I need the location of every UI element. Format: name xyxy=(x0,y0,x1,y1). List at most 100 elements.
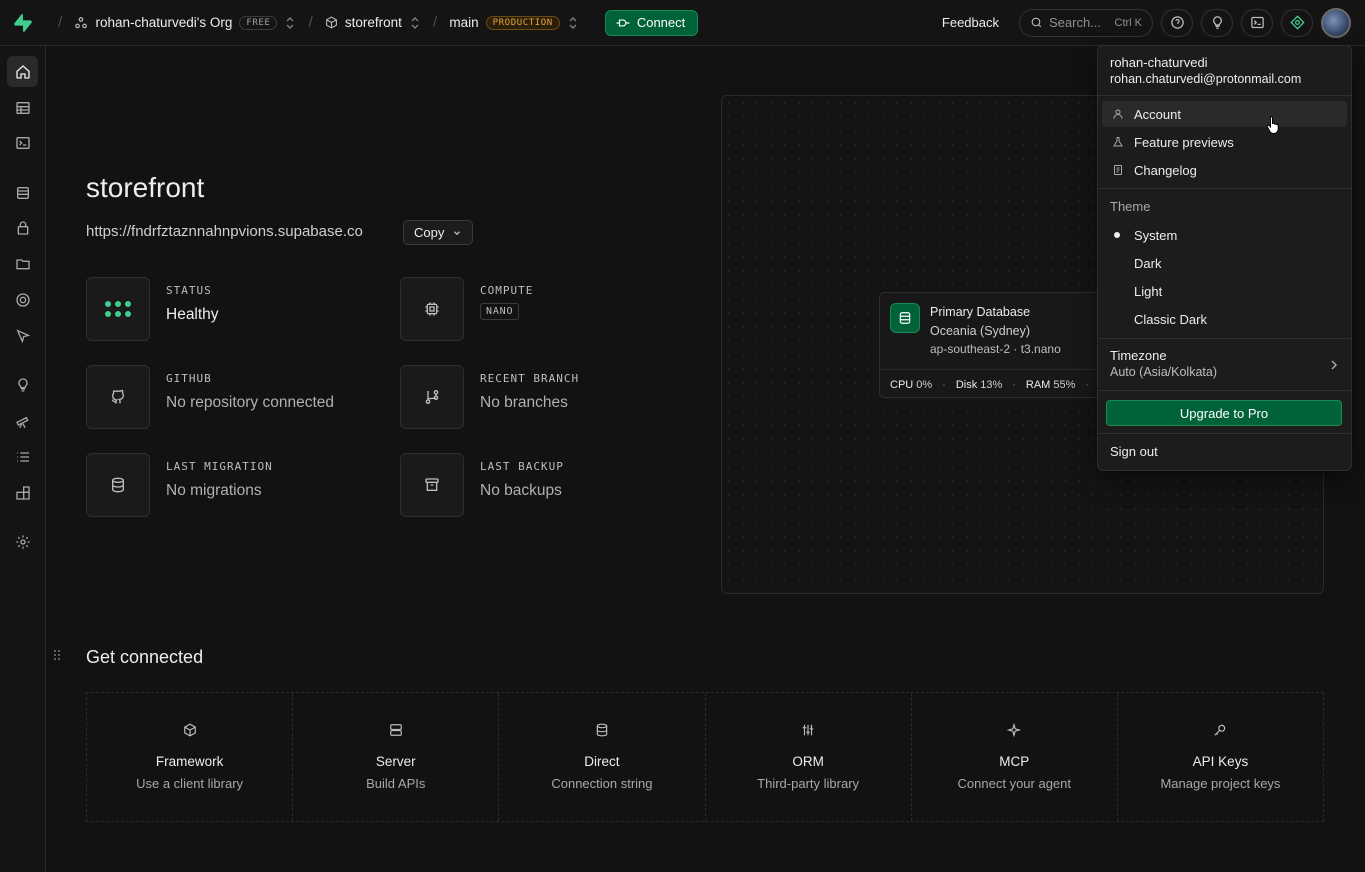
feedback-button[interactable]: Feedback xyxy=(942,15,999,30)
primary-database-node[interactable]: Primary Database Oceania (Sydney) ap-sou… xyxy=(879,292,1104,398)
status-stat: STATUS Healthy xyxy=(86,277,386,341)
upgrade-to-pro-button[interactable]: Upgrade to Pro xyxy=(1106,400,1342,426)
flask-icon xyxy=(1113,137,1123,147)
disk-metric-label: Disk xyxy=(955,378,978,391)
nav-table-editor[interactable] xyxy=(7,92,38,123)
nav-settings[interactable] xyxy=(7,526,38,557)
github-stat: GITHUB No repository connected xyxy=(86,365,386,429)
nav-observability[interactable] xyxy=(7,405,38,436)
theme-option-label: System xyxy=(1134,227,1178,243)
home-icon xyxy=(15,64,30,79)
supabase-logo-icon[interactable] xyxy=(0,0,46,46)
page-title: storefront xyxy=(86,172,205,203)
tips-button[interactable] xyxy=(1201,8,1233,37)
card-title: Server xyxy=(375,754,416,769)
connect-button[interactable]: Connect xyxy=(604,9,699,36)
theme-option-label: Classic Dark xyxy=(1134,311,1207,327)
drag-handle-icon[interactable] xyxy=(53,649,61,661)
card-description: Manage project keys xyxy=(1160,776,1281,791)
copy-label: Copy xyxy=(414,225,445,240)
orm-card[interactable]: ORM Third-party library xyxy=(706,693,912,821)
database-icon xyxy=(890,303,920,333)
branch-selector[interactable]: main PRODUCTION xyxy=(449,15,578,30)
theme-option-label: Light xyxy=(1134,283,1163,299)
card-title: ORM xyxy=(792,754,824,769)
nav-integrations[interactable] xyxy=(7,477,38,508)
terminal-icon xyxy=(15,136,30,149)
org-selector[interactable]: rohan-chaturvedi's Org FREE xyxy=(74,15,296,30)
compute-stat: COMPUTE NANO xyxy=(400,277,700,341)
recent-branch-label: RECENT BRANCH xyxy=(480,372,580,385)
nav-storage[interactable] xyxy=(7,248,38,279)
nav-auth[interactable] xyxy=(7,212,38,243)
card-title: Framework xyxy=(155,754,224,769)
theme-option-dark[interactable]: Dark xyxy=(1102,250,1347,276)
recent-branch-stat: RECENT BRANCH No branches xyxy=(400,365,700,429)
menu-email: rohan.chaturvedi@protonmail.com xyxy=(1110,72,1302,86)
copy-url-button[interactable]: Copy xyxy=(403,220,474,245)
git-branch-icon xyxy=(400,365,464,429)
github-label: GITHUB xyxy=(166,372,212,385)
lightbulb-icon xyxy=(1212,16,1222,29)
card-description: Use a client library xyxy=(136,776,244,791)
list-icon xyxy=(16,451,29,462)
divider xyxy=(1098,188,1351,189)
connect-label: Connect xyxy=(636,15,686,30)
api-keys-card[interactable]: API Keys Manage project keys xyxy=(1118,693,1323,821)
menu-item-changelog[interactable]: Changelog xyxy=(1102,157,1347,183)
user-avatar[interactable] xyxy=(1321,7,1351,38)
table-icon xyxy=(15,101,30,114)
database-region: Oceania (Sydney) xyxy=(930,324,1031,338)
theme-option-light[interactable]: Light xyxy=(1102,278,1347,304)
search-shortcut: Ctrl K xyxy=(1114,16,1143,29)
nav-sql-editor[interactable] xyxy=(7,127,38,158)
menu-item-label: Account xyxy=(1134,106,1181,122)
search-input[interactable]: Search... Ctrl K xyxy=(1019,8,1153,37)
ram-metric-value: 55% xyxy=(1053,378,1076,391)
timezone-label: Timezone xyxy=(1110,348,1167,363)
sql-terminal-button[interactable] xyxy=(1241,8,1273,37)
card-description: Connect your agent xyxy=(957,776,1071,791)
framework-card[interactable]: Framework Use a client library xyxy=(87,693,294,821)
orm-icon xyxy=(801,723,815,743)
plan-badge: FREE xyxy=(239,15,278,30)
nav-advisors[interactable] xyxy=(7,369,38,400)
nav-edge-functions[interactable] xyxy=(7,320,38,351)
project-selector[interactable]: storefront xyxy=(325,15,421,30)
realtime-icon xyxy=(15,292,30,307)
sign-out-button[interactable]: Sign out xyxy=(1110,444,1158,459)
assistant-button[interactable] xyxy=(1281,8,1313,37)
nav-realtime[interactable] xyxy=(7,284,38,315)
theme-option-label: Dark xyxy=(1134,255,1162,271)
direct-card[interactable]: Direct Connection string xyxy=(499,693,706,821)
branch-name: main xyxy=(449,15,479,30)
nav-database[interactable] xyxy=(7,177,38,208)
sidebar-nav xyxy=(0,46,46,872)
theme-option-classic-dark[interactable]: Classic Dark xyxy=(1102,306,1347,332)
menu-item-label: Changelog xyxy=(1134,162,1197,178)
last-backup-stat: LAST BACKUP No backups xyxy=(400,453,700,517)
chevron-updown-icon xyxy=(286,16,294,29)
selected-radio-icon xyxy=(1114,232,1120,238)
mcp-card[interactable]: MCP Connect your agent xyxy=(912,693,1118,821)
card-description: Build APIs xyxy=(366,776,426,791)
help-button[interactable] xyxy=(1161,8,1193,37)
org-name: rohan-chaturvedi's Org xyxy=(95,15,233,30)
nav-home[interactable] xyxy=(7,56,38,87)
last-backup-value: No backups xyxy=(480,482,562,499)
chevron-down-icon xyxy=(454,230,461,235)
telescope-icon xyxy=(15,416,29,428)
divider xyxy=(1098,95,1351,96)
menu-item-account[interactable]: Account xyxy=(1102,101,1347,127)
timezone-value: Auto (Asia/Kolkata) xyxy=(1110,365,1217,379)
server-card[interactable]: Server Build APIs xyxy=(293,693,500,821)
timezone-menu-item[interactable]: Timezone Auto (Asia/Kolkata) xyxy=(1102,348,1347,382)
compute-badge: NANO xyxy=(480,303,520,320)
org-icon xyxy=(75,16,88,28)
nav-logs[interactable] xyxy=(7,441,38,472)
help-icon xyxy=(1170,16,1184,29)
theme-option-system[interactable]: System xyxy=(1102,222,1347,248)
menu-item-feature-previews[interactable]: Feature previews xyxy=(1102,129,1347,155)
menu-item-label: Feature previews xyxy=(1134,134,1234,150)
lightbulb-icon xyxy=(17,377,28,392)
